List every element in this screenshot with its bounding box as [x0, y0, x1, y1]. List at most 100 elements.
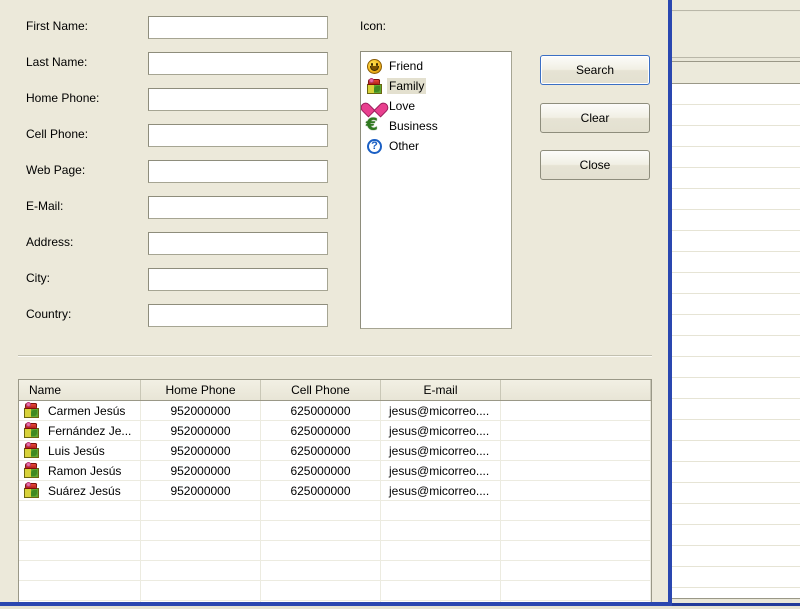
contacts-search-window[interactable]: First Name:Last Name:Home Phone:Cell Pho… — [0, 0, 672, 606]
background-grid-row — [670, 378, 800, 399]
column-header-cell-phone[interactable]: Cell Phone — [261, 380, 381, 400]
column-header-name[interactable]: Name — [19, 380, 141, 400]
cell-blank — [381, 501, 501, 520]
cell-home-phone: 952000000 — [141, 481, 261, 500]
cell-home-phone: 952000000 — [141, 421, 261, 440]
background-grid-row — [670, 441, 800, 462]
cell-blank — [19, 501, 141, 520]
search-button[interactable]: Search — [540, 55, 650, 85]
background-grid-row — [670, 231, 800, 252]
smiley-icon — [366, 58, 383, 75]
house-family-icon — [23, 482, 40, 499]
table-row[interactable]: Luis Jesús952000000625000000jesus@micorr… — [19, 441, 651, 461]
icon-list-item-other[interactable]: ?Other — [361, 136, 511, 156]
background-grid-row — [670, 294, 800, 315]
table-row[interactable]: Ramon Jesús952000000625000000jesus@micor… — [19, 461, 651, 481]
address-input[interactable] — [148, 232, 328, 255]
cell-blank — [381, 601, 501, 606]
table-row-empty[interactable] — [19, 601, 651, 606]
table-row-empty[interactable] — [19, 561, 651, 581]
cell-blank — [501, 481, 651, 500]
address-label: Address: — [26, 235, 73, 249]
background-window[interactable] — [664, 0, 800, 606]
icon-list-item-label: Friend — [387, 58, 425, 74]
cell-cell-phone: 625000000 — [261, 421, 381, 440]
icon-list-item-family[interactable]: Family — [361, 76, 511, 96]
background-grid-row — [670, 483, 800, 504]
icon-listbox[interactable]: Friend Family Love €Business?Other — [360, 51, 512, 329]
icon-list-item-label: Other — [387, 138, 421, 154]
cell-blank — [19, 561, 141, 580]
icon-list-label: Icon: — [360, 19, 386, 33]
background-grid-row — [670, 399, 800, 420]
home-phone-input[interactable] — [148, 88, 328, 111]
window-client-area: First Name:Last Name:Home Phone:Cell Pho… — [0, 0, 668, 602]
background-grid-row — [670, 546, 800, 567]
table-row-empty[interactable] — [19, 541, 651, 561]
country-label: Country: — [26, 307, 71, 321]
icon-list-item-business[interactable]: €Business — [361, 116, 511, 136]
table-row[interactable]: Suárez Jesús952000000625000000jesus@mico… — [19, 481, 651, 501]
background-window-grid[interactable] — [669, 61, 800, 599]
cell-blank — [501, 461, 651, 480]
heart-icon — [366, 98, 383, 115]
table-row-empty[interactable] — [19, 521, 651, 541]
cell-blank — [141, 501, 261, 520]
table-row[interactable]: Carmen Jesús952000000625000000jesus@mico… — [19, 401, 651, 421]
cell-name: Luis Jesús — [19, 441, 141, 460]
contact-name: Suárez Jesús — [48, 484, 121, 498]
cell-blank — [141, 601, 261, 606]
email-input[interactable] — [148, 196, 328, 219]
cell-home-phone: 952000000 — [141, 461, 261, 480]
cell-blank — [381, 561, 501, 580]
house-family-icon — [23, 462, 40, 479]
last-name-input[interactable] — [148, 52, 328, 75]
background-grid-row — [670, 105, 800, 126]
question-mark-icon: ? — [366, 138, 383, 155]
background-grid-row — [670, 168, 800, 189]
icon-list-item-label: Business — [387, 118, 440, 134]
web-page-label: Web Page: — [26, 163, 85, 177]
cell-name: Ramon Jesús — [19, 461, 141, 480]
background-grid-row — [670, 210, 800, 231]
background-grid-header — [670, 62, 800, 84]
cell-phone-input[interactable] — [148, 124, 328, 147]
cell-blank — [381, 541, 501, 560]
column-header-home-phone[interactable]: Home Phone — [141, 380, 261, 400]
cell-cell-phone: 625000000 — [261, 481, 381, 500]
house-family-icon — [23, 422, 40, 439]
cell-blank — [501, 521, 651, 540]
cell-blank — [261, 601, 381, 606]
table-row-empty[interactable] — [19, 501, 651, 521]
column-header-e-mail[interactable]: E-mail — [381, 380, 501, 400]
icon-list-item-label: Love — [387, 98, 417, 114]
web-page-input[interactable] — [148, 160, 328, 183]
cell-blank — [261, 521, 381, 540]
last-name-label: Last Name: — [26, 55, 87, 69]
clear-button[interactable]: Clear — [540, 103, 650, 133]
search-form: First Name:Last Name:Home Phone:Cell Pho… — [0, 0, 668, 356]
cell-blank — [19, 521, 141, 540]
cell-email: jesus@micorreo.... — [381, 401, 501, 420]
icon-list-item-love[interactable]: Love — [361, 96, 511, 116]
background-window-toolbar-strip — [667, 0, 800, 11]
background-grid-row — [670, 504, 800, 525]
cell-home-phone: 952000000 — [141, 441, 261, 460]
cell-blank — [501, 401, 651, 420]
results-grid[interactable]: NameHome PhoneCell PhoneE-mail Carmen Je… — [18, 379, 652, 606]
table-row-empty[interactable] — [19, 581, 651, 601]
country-input[interactable] — [148, 304, 328, 327]
background-grid-row — [670, 525, 800, 546]
results-grid-body[interactable]: Carmen Jesús952000000625000000jesus@mico… — [19, 401, 651, 606]
city-label: City: — [26, 271, 50, 285]
column-header-blank[interactable] — [501, 380, 651, 400]
first-name-input[interactable] — [148, 16, 328, 39]
icon-list-item-friend[interactable]: Friend — [361, 56, 511, 76]
table-row[interactable]: Fernández Je...952000000625000000jesus@m… — [19, 421, 651, 441]
cell-name: Suárez Jesús — [19, 481, 141, 500]
close-button[interactable]: Close — [540, 150, 650, 180]
city-input[interactable] — [148, 268, 328, 291]
email-label: E-Mail: — [26, 199, 63, 213]
cell-blank — [501, 421, 651, 440]
cell-blank — [501, 541, 651, 560]
